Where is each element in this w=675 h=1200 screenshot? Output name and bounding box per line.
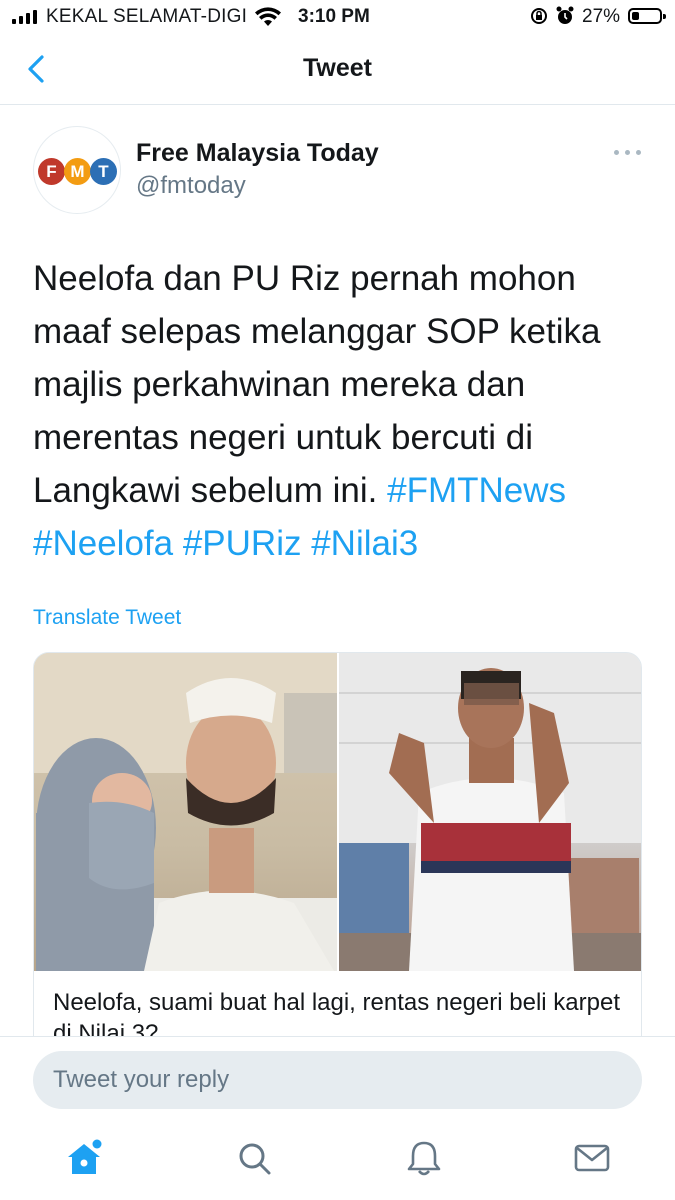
author-name[interactable]: Free Malaysia Today — [136, 139, 379, 168]
notifications-icon[interactable] — [404, 1138, 444, 1178]
card-photo-right — [339, 653, 641, 971]
hashtag-neelofa[interactable]: #Neelofa — [33, 524, 173, 563]
page-title: Tweet — [303, 54, 372, 82]
hashtag-nilai3[interactable]: #Nilai3 — [311, 524, 418, 563]
avatar[interactable]: F M T — [33, 126, 121, 214]
messages-icon[interactable] — [572, 1138, 612, 1178]
alarm-icon — [556, 6, 574, 24]
avatar-letter-m: M — [64, 158, 91, 185]
search-icon[interactable] — [234, 1138, 274, 1178]
battery-icon — [628, 8, 666, 24]
hashtag-puriz[interactable]: #PURiz — [183, 524, 302, 563]
more-horizontal-icon[interactable] — [614, 148, 642, 158]
carrier-name: KEKAL SELAMAT-DIGI — [46, 6, 248, 27]
avatar-letter-t: T — [90, 158, 117, 185]
wifi-icon — [255, 7, 281, 26]
avatar-letter-f: F — [38, 158, 65, 185]
status-bar: KEKAL SELAMAT-DIGI 3:10 PM 27% — [0, 0, 675, 34]
translate-tweet-link[interactable]: Translate Tweet — [33, 606, 181, 630]
status-time: 3:10 PM — [298, 6, 370, 27]
tab-bar — [0, 1126, 675, 1200]
author-handle[interactable]: @fmtoday — [136, 172, 246, 200]
reply-input[interactable] — [33, 1051, 642, 1109]
tweet-text: Neelofa dan PU Riz pernah mohon maaf sel… — [33, 252, 653, 570]
hashtag-fmtnews[interactable]: #FMTNews — [387, 471, 566, 510]
battery-percent: 27% — [582, 6, 621, 27]
rotation-lock-icon — [531, 8, 547, 24]
home-icon[interactable] — [64, 1138, 104, 1178]
link-card[interactable]: Neelofa, suami buat hal lagi, rentas neg… — [33, 652, 642, 1072]
nav-bar: Tweet — [0, 34, 675, 105]
card-photo-left — [34, 653, 337, 971]
reply-bar — [0, 1036, 675, 1127]
signal-icon — [12, 10, 37, 24]
